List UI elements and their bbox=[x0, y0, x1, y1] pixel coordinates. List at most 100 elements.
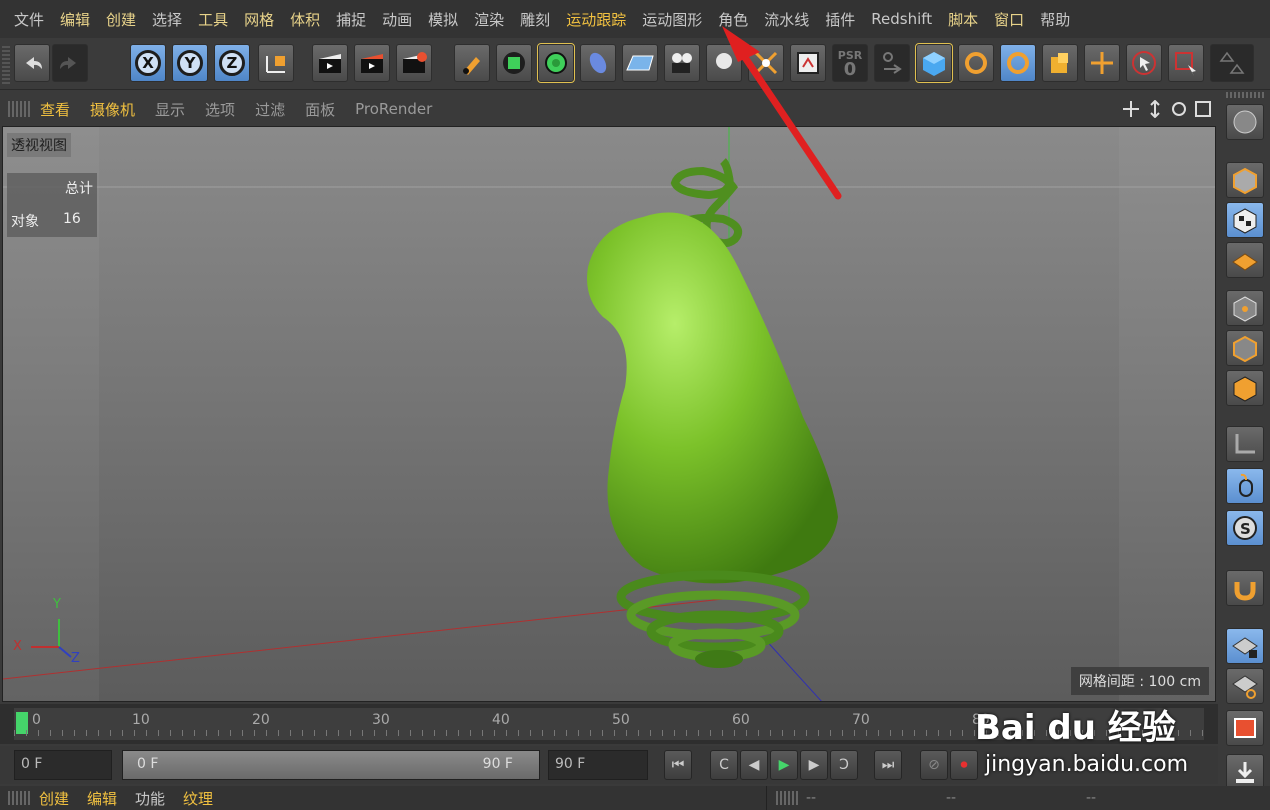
light-button[interactable] bbox=[706, 44, 742, 82]
cube-primitive-button[interactable] bbox=[496, 44, 532, 82]
viewmenu-prorender[interactable]: ProRender bbox=[345, 100, 442, 118]
points-mode-button[interactable] bbox=[1226, 290, 1264, 326]
material-menu-texture[interactable]: 纹理 bbox=[174, 788, 222, 809]
render-view-button[interactable] bbox=[312, 44, 348, 82]
tick-0: 0 bbox=[32, 712, 41, 728]
axis-mode-button[interactable] bbox=[1226, 426, 1264, 462]
record-active-button[interactable]: ⏺ bbox=[950, 750, 978, 780]
move-tool-button[interactable] bbox=[1084, 44, 1120, 82]
viewmenu-panel[interactable]: 面板 bbox=[295, 99, 345, 120]
record-motion-button[interactable]: ⊘ bbox=[920, 750, 948, 780]
orbit-icon[interactable] bbox=[1170, 100, 1188, 118]
texture-mode-button[interactable] bbox=[1226, 202, 1264, 238]
viewmenu-display[interactable]: 显示 bbox=[145, 99, 195, 120]
play-button[interactable]: ▶ bbox=[770, 750, 798, 780]
axis-transfer-button[interactable] bbox=[874, 44, 910, 82]
polygons-mode-button[interactable] bbox=[1226, 370, 1264, 406]
coords-grip[interactable] bbox=[776, 791, 798, 805]
menu-mesh[interactable]: 网格 bbox=[236, 9, 282, 30]
render-settings-button[interactable] bbox=[396, 44, 432, 82]
menu-motion-tracking[interactable]: 运动跟踪 bbox=[558, 9, 634, 30]
psr-button[interactable]: PSR 0 bbox=[832, 44, 868, 82]
toolbar-more-button[interactable] bbox=[1210, 44, 1254, 82]
previous-frame-button[interactable]: ◀ bbox=[740, 750, 768, 780]
scene-stats-panel: 总计 对象 16 bbox=[7, 173, 97, 237]
import-button[interactable] bbox=[1226, 754, 1264, 790]
picture-viewer-button[interactable] bbox=[1226, 710, 1264, 746]
rotate-tool-button[interactable] bbox=[1000, 44, 1036, 82]
menu-window[interactable]: 窗口 bbox=[986, 9, 1032, 30]
live-selection-button[interactable] bbox=[1126, 44, 1162, 82]
snap-toggle-button[interactable] bbox=[1226, 570, 1264, 606]
subdivision-surface-button[interactable] bbox=[537, 43, 575, 83]
menu-mograph[interactable]: 运动图形 bbox=[634, 9, 710, 30]
menu-help[interactable]: 帮助 bbox=[1032, 9, 1078, 30]
viewmenu-filter[interactable]: 过滤 bbox=[245, 99, 295, 120]
perspective-viewport[interactable]: Y X Z 透视视图 总计 对象 16 网格间距 : 100 cm bbox=[2, 126, 1216, 702]
model-mode-button[interactable] bbox=[915, 43, 953, 83]
palette-grip[interactable] bbox=[1226, 92, 1264, 98]
menu-render[interactable]: 渲染 bbox=[466, 9, 512, 30]
previous-key-button[interactable]: C bbox=[710, 750, 738, 780]
render-picture-viewer-button[interactable] bbox=[354, 44, 390, 82]
material-menu-function[interactable]: 功能 bbox=[126, 788, 174, 809]
floor-object-button[interactable] bbox=[622, 44, 658, 82]
pan-icon[interactable] bbox=[1122, 100, 1140, 118]
redo-button[interactable] bbox=[52, 44, 88, 82]
menu-snap[interactable]: 捕捉 bbox=[328, 9, 374, 30]
next-key-button[interactable]: Ↄ bbox=[830, 750, 858, 780]
scale-tool-button[interactable] bbox=[1042, 44, 1078, 82]
camera-button[interactable] bbox=[664, 44, 700, 82]
menu-pipeline[interactable]: 流水线 bbox=[756, 9, 817, 30]
frame-range-slider[interactable]: 0 F 90 F bbox=[122, 750, 540, 780]
viewmenu-options[interactable]: 选项 bbox=[195, 99, 245, 120]
menu-tools[interactable]: 工具 bbox=[190, 9, 236, 30]
toolbar-grip[interactable] bbox=[2, 44, 10, 84]
viewmenu-camera[interactable]: 摄像机 bbox=[80, 99, 145, 120]
lock-workplane-button[interactable] bbox=[1226, 628, 1264, 664]
solo-button[interactable]: S bbox=[1226, 510, 1264, 546]
viewmenu-view[interactable]: 查看 bbox=[30, 99, 80, 120]
max-frame-field[interactable]: 90 F bbox=[548, 750, 648, 780]
menu-sculpt[interactable]: 雕刻 bbox=[512, 9, 558, 30]
coordinate-system-button[interactable] bbox=[258, 44, 294, 82]
material-grip[interactable] bbox=[8, 791, 30, 805]
workplane-button[interactable] bbox=[1226, 242, 1264, 278]
menu-volume[interactable]: 体积 bbox=[282, 9, 328, 30]
menu-file[interactable]: 文件 bbox=[6, 9, 52, 30]
z-axis-lock-button[interactable]: Z bbox=[214, 44, 250, 82]
make-editable-button[interactable] bbox=[1226, 104, 1264, 140]
menu-simulate[interactable]: 模拟 bbox=[420, 9, 466, 30]
xpresso-button[interactable] bbox=[790, 44, 826, 82]
tweak-mode-button[interactable] bbox=[1226, 468, 1264, 504]
menu-plugins[interactable]: 插件 bbox=[817, 9, 863, 30]
dolly-icon[interactable] bbox=[1146, 100, 1164, 118]
current-frame-field[interactable]: 0 F bbox=[14, 750, 112, 780]
rotate-mode-button[interactable] bbox=[958, 44, 994, 82]
rectangle-selection-button[interactable] bbox=[1168, 44, 1204, 82]
next-frame-button[interactable]: ▶ bbox=[800, 750, 828, 780]
planar-workplane-button[interactable] bbox=[1226, 668, 1264, 704]
menu-redshift[interactable]: Redshift bbox=[863, 10, 940, 28]
pen-tool-button[interactable] bbox=[454, 44, 490, 82]
maximize-view-icon[interactable] bbox=[1194, 100, 1212, 118]
menu-create[interactable]: 创建 bbox=[98, 9, 144, 30]
material-menu-create[interactable]: 创建 bbox=[30, 788, 78, 809]
y-axis-lock-button[interactable]: Y bbox=[172, 44, 208, 82]
menu-select[interactable]: 选择 bbox=[144, 9, 190, 30]
x-axis-lock-button[interactable]: X bbox=[130, 44, 166, 82]
undo-button[interactable] bbox=[14, 44, 50, 82]
viewport-grip[interactable] bbox=[8, 101, 30, 117]
menu-script[interactable]: 脚本 bbox=[940, 9, 986, 30]
material-menu-edit[interactable]: 编辑 bbox=[78, 788, 126, 809]
scene-button[interactable] bbox=[748, 44, 784, 82]
model-mode-palette-button[interactable] bbox=[1226, 162, 1264, 198]
menu-animate[interactable]: 动画 bbox=[374, 9, 420, 30]
coord-header-2: -- bbox=[946, 790, 957, 806]
deformer-button[interactable] bbox=[580, 44, 616, 82]
edges-mode-button[interactable] bbox=[1226, 330, 1264, 366]
menu-edit[interactable]: 编辑 bbox=[52, 9, 98, 30]
go-to-end-button[interactable]: ⏭ bbox=[874, 750, 902, 780]
go-to-start-button[interactable]: ⏮ bbox=[664, 750, 692, 780]
menu-character[interactable]: 角色 bbox=[710, 9, 756, 30]
